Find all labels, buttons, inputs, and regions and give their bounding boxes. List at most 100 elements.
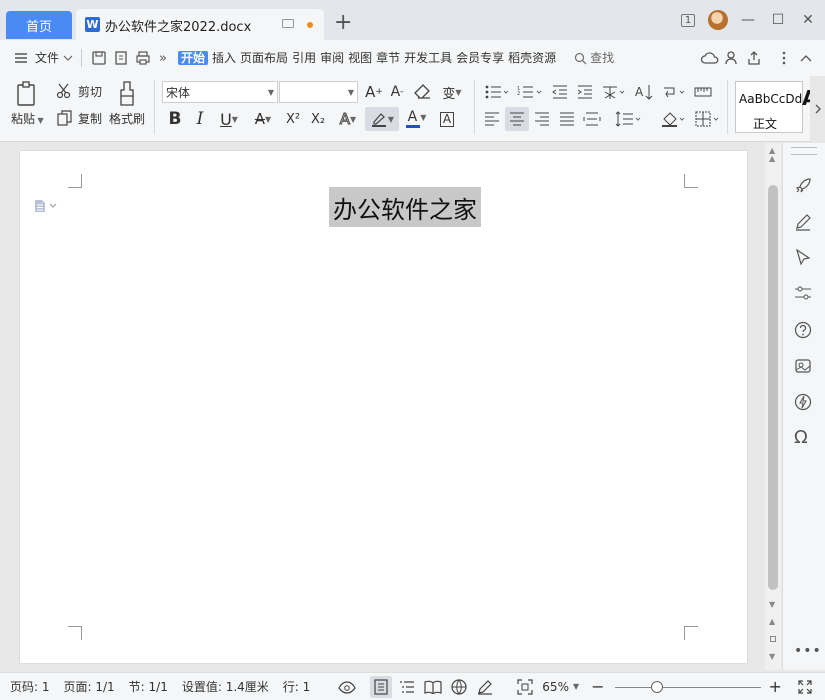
document-title[interactable]: 办公软件之家 bbox=[329, 187, 481, 227]
tab-page-layout[interactable]: 页面布局 bbox=[238, 49, 290, 67]
next-page-icon[interactable]: ▼ bbox=[769, 653, 775, 661]
status-setting[interactable]: 设置值: 1.4厘米 bbox=[182, 678, 269, 695]
style-next-preview[interactable]: A bbox=[802, 86, 810, 110]
search-label[interactable]: 查找 bbox=[588, 49, 616, 67]
edit-pen-icon[interactable] bbox=[794, 213, 812, 234]
new-tab-button[interactable]: + bbox=[334, 12, 352, 34]
scroll-up-icon[interactable]: ▲ ▲ bbox=[769, 147, 775, 163]
status-section[interactable]: 节: 1/1 bbox=[129, 678, 168, 695]
bullet-list-icon[interactable] bbox=[483, 81, 511, 103]
tab-references[interactable]: 引用 bbox=[290, 49, 318, 67]
more-quick-icon[interactable]: » bbox=[154, 47, 172, 69]
drag-handle-icon[interactable] bbox=[791, 147, 817, 155]
avatar-button[interactable] bbox=[707, 9, 729, 31]
chevron-down-icon[interactable] bbox=[61, 47, 75, 69]
export-pdf-icon[interactable] bbox=[110, 47, 132, 69]
select-browse-icon[interactable] bbox=[770, 636, 776, 642]
status-page-number[interactable]: 页码: 1 bbox=[10, 678, 50, 695]
tab-developer[interactable]: 开发工具 bbox=[402, 49, 454, 67]
shading-icon[interactable] bbox=[659, 108, 689, 130]
maximize-button[interactable]: ☐ bbox=[767, 9, 789, 31]
strikethrough-button[interactable]: A ▼ bbox=[248, 108, 278, 130]
eye-protect-icon[interactable] bbox=[336, 676, 358, 698]
highlight-button[interactable]: ▼ bbox=[365, 107, 399, 131]
close-button[interactable]: ✕ bbox=[797, 9, 819, 31]
underline-button[interactable]: U ▼ bbox=[214, 108, 244, 130]
numbered-list-icon[interactable]: 12 bbox=[515, 81, 545, 103]
document-page[interactable]: 办公软件之家 bbox=[20, 151, 747, 663]
format-painter-button[interactable]: 格式刷 bbox=[109, 81, 145, 127]
justify-icon[interactable] bbox=[557, 108, 577, 130]
tab-insert[interactable]: 插入 bbox=[210, 49, 238, 67]
zoom-slider[interactable] bbox=[614, 680, 761, 693]
more-horizontal-icon[interactable]: ••• bbox=[794, 643, 822, 659]
print-icon[interactable] bbox=[132, 47, 154, 69]
align-right-icon[interactable] bbox=[532, 108, 552, 130]
font-color-button[interactable]: A ▼ bbox=[402, 108, 432, 130]
document-tab[interactable]: W 办公软件之家2022.docx bbox=[76, 9, 324, 40]
ribbon-scroll-right-button[interactable] bbox=[810, 76, 825, 142]
ruler-icon[interactable] bbox=[692, 81, 714, 103]
file-menu[interactable]: 文件 bbox=[33, 49, 61, 67]
fit-page-icon[interactable] bbox=[514, 676, 536, 698]
align-center-icon[interactable] bbox=[505, 107, 529, 131]
decrease-indent-icon[interactable] bbox=[550, 81, 570, 103]
status-pages[interactable]: 页面: 1/1 bbox=[64, 678, 115, 695]
phonetic-guide-icon[interactable]: 变 ▼ bbox=[437, 81, 467, 103]
adjust-sliders-icon[interactable] bbox=[794, 285, 812, 304]
show-marks-icon[interactable] bbox=[660, 81, 688, 103]
zoom-level[interactable]: 65% bbox=[542, 680, 569, 694]
subscript-button[interactable]: X₂ bbox=[306, 108, 330, 130]
cut-button[interactable]: 剪切 bbox=[56, 82, 102, 100]
share-icon[interactable] bbox=[743, 47, 765, 69]
borders-icon[interactable] bbox=[693, 108, 723, 130]
fullscreen-icon[interactable] bbox=[794, 676, 816, 698]
status-line[interactable]: 行: 1 bbox=[283, 678, 311, 695]
copy-button[interactable]: 复制 bbox=[56, 109, 102, 127]
window-badge-button[interactable]: 1 bbox=[677, 9, 699, 31]
shrink-font-icon[interactable]: A- bbox=[387, 81, 407, 103]
vertical-scrollbar[interactable]: ▲ ▲ ▼ ▲ ▼ bbox=[765, 143, 781, 670]
cursor-icon[interactable] bbox=[795, 248, 811, 270]
paragraph-handle[interactable] bbox=[34, 199, 57, 213]
text-effect-button[interactable]: A ▼ bbox=[333, 108, 363, 130]
grow-font-icon[interactable]: A + bbox=[364, 81, 384, 103]
chinese-layout-icon[interactable] bbox=[600, 81, 628, 103]
outline-view-icon[interactable] bbox=[396, 676, 418, 698]
font-size-select[interactable]: ▼ bbox=[279, 81, 358, 103]
tab-start[interactable]: 开始 bbox=[176, 49, 210, 67]
page-view-icon[interactable] bbox=[370, 675, 393, 698]
chevron-down-icon[interactable]: ▼ bbox=[573, 682, 579, 691]
tab-review[interactable]: 审阅 bbox=[318, 49, 346, 67]
tab-view[interactable]: 视图 bbox=[346, 49, 374, 67]
bold-button[interactable]: B bbox=[164, 108, 186, 130]
char-border-button[interactable]: A bbox=[437, 108, 457, 130]
save-icon[interactable] bbox=[88, 47, 110, 69]
symbol-omega-icon[interactable]: Ω bbox=[794, 427, 808, 448]
distribute-icon[interactable] bbox=[582, 108, 602, 130]
scrollbar-thumb[interactable] bbox=[768, 185, 778, 590]
search-icon[interactable] bbox=[572, 47, 588, 69]
zoom-out-button[interactable]: − bbox=[591, 677, 604, 696]
minimize-button[interactable]: — bbox=[737, 9, 759, 31]
prev-page-icon[interactable]: ▲ bbox=[769, 618, 775, 626]
tab-docer[interactable]: 稻壳资源 bbox=[506, 49, 558, 67]
help-icon[interactable] bbox=[794, 321, 812, 342]
collaborate-icon[interactable] bbox=[721, 47, 743, 69]
reading-view-icon[interactable] bbox=[422, 676, 444, 698]
style-normal[interactable]: AaBbCcDd 正文 bbox=[735, 81, 803, 133]
line-spacing-icon[interactable] bbox=[613, 108, 645, 130]
zoom-slider-handle[interactable] bbox=[650, 680, 663, 693]
superscript-button[interactable]: X² bbox=[281, 108, 305, 130]
collapse-ribbon-icon[interactable] bbox=[795, 47, 817, 69]
write-mode-icon[interactable] bbox=[474, 676, 496, 698]
hamburger-icon[interactable] bbox=[13, 47, 29, 69]
tab-member[interactable]: 会员专享 bbox=[454, 49, 506, 67]
web-view-icon[interactable] bbox=[448, 676, 470, 698]
align-left-icon[interactable] bbox=[482, 108, 502, 130]
home-tab[interactable]: 首页 bbox=[6, 11, 72, 39]
font-name-select[interactable]: 宋体 ▼ bbox=[162, 81, 278, 103]
paste-button[interactable]: 粘贴 ▼ bbox=[11, 81, 44, 127]
scroll-down-icon[interactable]: ▼ bbox=[769, 601, 775, 609]
monitor-icon[interactable] bbox=[282, 19, 294, 28]
